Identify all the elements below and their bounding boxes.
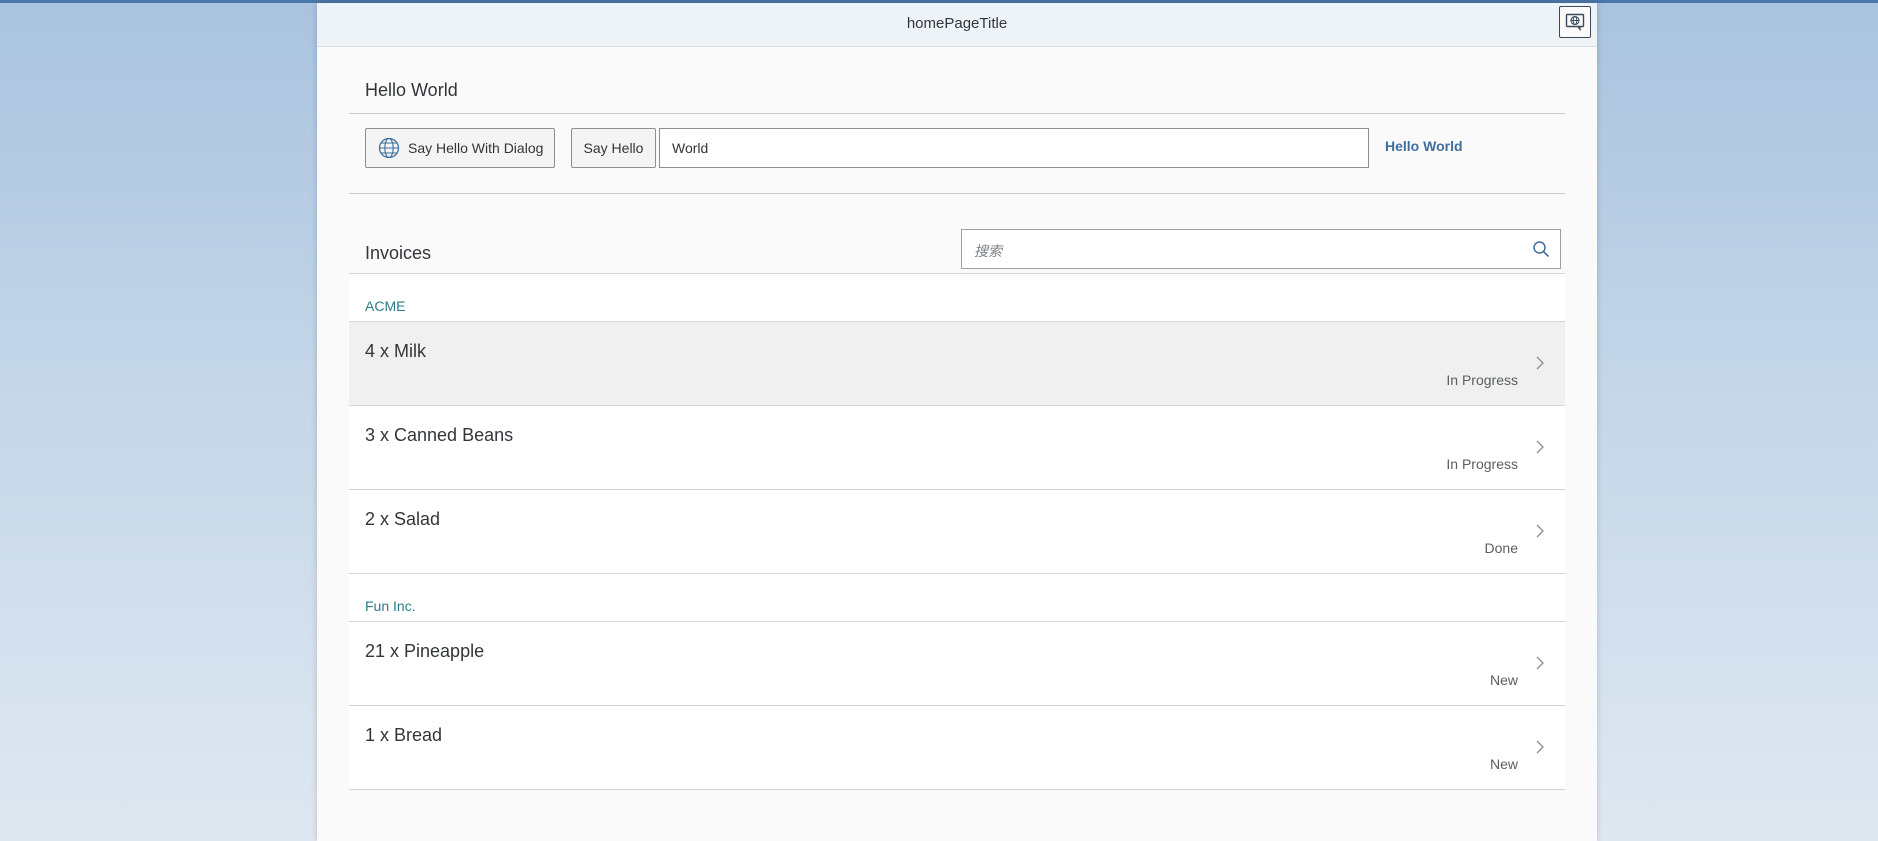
item-title: 4 x Milk — [365, 341, 427, 361]
list-item[interactable]: 1 x Bread New — [349, 706, 1565, 790]
list-item[interactable]: 4 x Milk In Progress — [349, 322, 1565, 406]
say-hello-button[interactable]: Say Hello — [571, 128, 656, 168]
item-status: New — [1489, 672, 1518, 688]
search-placeholder: 搜索 — [974, 243, 1002, 259]
divider — [349, 193, 1565, 194]
group-label: ACME — [365, 298, 406, 314]
item-title: 21 x Pineapple — [365, 641, 485, 661]
item-status: Done — [1484, 540, 1518, 556]
feedback-icon — [1565, 13, 1585, 31]
search-icon[interactable] — [1532, 240, 1550, 258]
page-header: homePageTitle — [317, 3, 1597, 47]
chevron-right-icon — [1536, 656, 1544, 670]
group-header-fun-inc: Fun Inc. — [349, 574, 1565, 622]
globe-icon — [378, 137, 400, 159]
list-item[interactable]: 2 x Salad Done — [349, 490, 1565, 574]
app-shell: homePageTitle Hello World Say Hello With… — [317, 3, 1597, 841]
list-item[interactable]: 21 x Pineapple New — [349, 622, 1565, 706]
hello-panel-title: Hello World — [365, 80, 458, 100]
say-hello-dialog-label: Say Hello With Dialog — [408, 140, 544, 156]
item-title: 3 x Canned Beans — [365, 425, 514, 445]
greeting-text: Hello World — [1385, 138, 1463, 154]
item-title: 1 x Bread — [365, 725, 443, 745]
item-status: In Progress — [1446, 456, 1518, 472]
chevron-right-icon — [1536, 524, 1544, 538]
page-title: homePageTitle — [906, 15, 1008, 32]
item-status: In Progress — [1446, 372, 1518, 388]
group-label: Fun Inc. — [365, 598, 416, 614]
invoice-list-title: Invoices — [365, 243, 432, 263]
item-title: 2 x Salad — [365, 509, 441, 529]
chevron-right-icon — [1536, 356, 1544, 370]
divider — [349, 113, 1565, 114]
name-input[interactable]: World — [659, 128, 1369, 168]
say-hello-dialog-button[interactable]: Say Hello With Dialog — [365, 128, 555, 168]
item-status: New — [1489, 756, 1518, 772]
chevron-right-icon — [1536, 440, 1544, 454]
say-hello-label: Say Hello — [583, 140, 644, 156]
group-header-acme: ACME — [349, 274, 1565, 322]
chevron-right-icon — [1536, 740, 1544, 754]
list-item[interactable]: 3 x Canned Beans In Progress — [349, 406, 1565, 490]
feedback-button[interactable] — [1559, 6, 1591, 38]
search-field[interactable]: 搜索 — [961, 229, 1561, 269]
